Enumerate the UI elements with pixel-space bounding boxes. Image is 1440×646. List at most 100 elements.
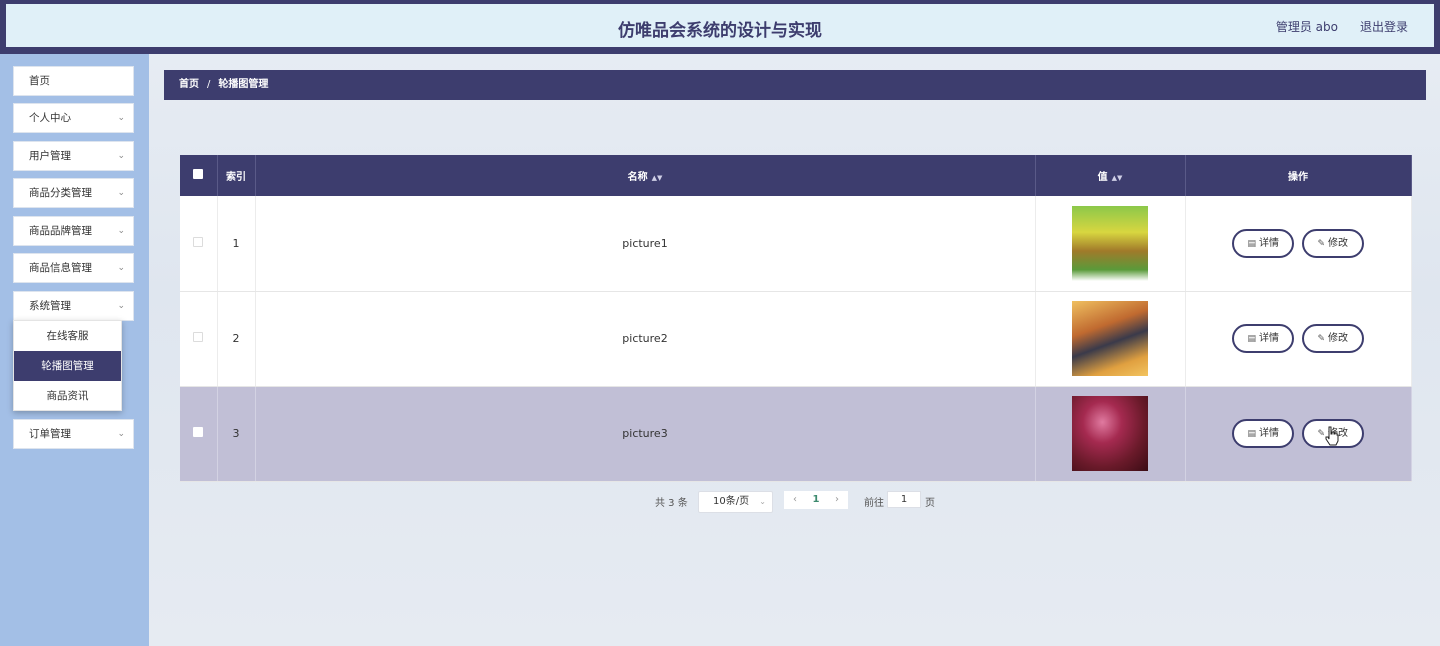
header-bar: 仿唯品会系统的设计与实现 管理员 abo 退出登录: [6, 4, 1434, 47]
logout-link[interactable]: 退出登录: [1360, 18, 1408, 35]
sidebar-item-label: 首页: [29, 75, 50, 87]
chevron-down-icon: ⌄: [117, 301, 125, 311]
sidebar-item-label: 用户管理: [29, 150, 71, 162]
detail-button[interactable]: ▤ 详情: [1232, 419, 1295, 448]
table-row: 1 picture1 ▤ 详情 ✎ 修改: [180, 196, 1412, 292]
sidebar-item-user-management[interactable]: 用户管理 ⌄: [13, 141, 134, 171]
row-value-cell: [1035, 386, 1186, 482]
row-actions: ▤ 详情 ✎ 修改: [1185, 386, 1412, 482]
sidebar-item-label: 系统管理: [29, 300, 71, 312]
edit-button-label: 修改: [1328, 237, 1349, 249]
sidebar-item-label: 个人中心: [29, 112, 71, 124]
table-row: 2 picture2 ▤ 详情 ✎ 修改: [180, 291, 1412, 387]
document-icon: ▤: [1247, 238, 1256, 249]
top-header: 仿唯品会系统的设计与实现 管理员 abo 退出登录: [0, 0, 1440, 54]
sidebar-item-product-management[interactable]: 商品信息管理 ⌄: [13, 253, 134, 283]
detail-button-label: 详情: [1259, 428, 1279, 439]
chevron-down-icon: ⌄: [117, 429, 125, 439]
row-value-cell: [1035, 196, 1186, 292]
sort-icon[interactable]: ▲▼: [1112, 174, 1123, 182]
table-row: 3 picture3 ▤ 详情 ✎ 修改: [180, 386, 1412, 482]
edit-button[interactable]: ✎ 修改: [1301, 228, 1364, 258]
edit-button[interactable]: ✎ 修改: [1301, 324, 1364, 353]
breadcrumb-home[interactable]: 首页: [179, 79, 199, 90]
carousel-thumbnail-image: [1072, 396, 1148, 471]
submenu-item-online-service[interactable]: 在线客服: [14, 321, 121, 351]
select-all-cell: [180, 155, 218, 196]
column-header-value[interactable]: 值 ▲▼: [1035, 155, 1186, 196]
row-index: 2: [217, 291, 256, 387]
sidebar-item-label: 商品分类管理: [29, 187, 92, 199]
detail-button[interactable]: ▤ 详情: [1232, 324, 1295, 353]
sort-icon[interactable]: ▲▼: [652, 174, 663, 182]
page-number-current[interactable]: 1: [806, 491, 826, 509]
page-size-value: 10条/页: [713, 496, 750, 507]
breadcrumb-separator: /: [207, 79, 211, 90]
sidebar-item-system-management[interactable]: 系统管理 ⌄: [13, 291, 134, 321]
sidebar-item-label: 商品品牌管理: [29, 225, 92, 237]
column-header-name-label: 名称: [627, 172, 648, 183]
detail-button-label: 详情: [1259, 237, 1279, 249]
select-all-checkbox[interactable]: [193, 169, 204, 179]
goto-page-input[interactable]: 1: [887, 491, 921, 508]
sidebar-item-brand-management[interactable]: 商品品牌管理 ⌄: [13, 216, 134, 246]
pencil-icon: ✎: [1317, 429, 1326, 439]
sidebar-item-home[interactable]: 首页: [13, 66, 134, 96]
pencil-icon: ✎: [1317, 238, 1326, 249]
sidebar-item-personal-center[interactable]: 个人中心 ⌄: [13, 103, 134, 133]
submenu-item-carousel-management[interactable]: 轮播图管理: [14, 351, 121, 381]
breadcrumb-current: 轮播图管理: [218, 79, 269, 90]
carousel-table: 索引 名称 ▲▼ 值 ▲▼ 操作 1 picture1 ▤ 详情 ✎ 修改 2 pict…: [180, 155, 1412, 482]
row-checkbox[interactable]: [193, 427, 204, 437]
app-title: 仿唯品会系统的设计与实现: [618, 21, 822, 41]
pencil-icon: ✎: [1317, 334, 1326, 344]
row-value-cell: [1035, 291, 1186, 387]
carousel-thumbnail-image: [1072, 301, 1148, 376]
chevron-down-icon: ⌄: [117, 226, 125, 236]
row-name: picture3: [255, 386, 1036, 482]
prev-page-button[interactable]: ‹: [784, 491, 806, 509]
sidebar-item-label: 订单管理: [29, 428, 71, 440]
detail-button[interactable]: ▤ 详情: [1232, 228, 1295, 258]
chevron-down-icon: ⌄: [117, 188, 125, 198]
sidebar-item-order-management[interactable]: 订单管理 ⌄: [13, 419, 134, 449]
submenu-item-product-news[interactable]: 商品资讯: [14, 381, 121, 411]
document-icon: ▤: [1247, 429, 1256, 439]
row-select-cell: [180, 386, 218, 482]
row-checkbox[interactable]: [193, 332, 204, 342]
row-actions: ▤ 详情 ✎ 修改: [1185, 196, 1412, 292]
column-header-name[interactable]: 名称 ▲▼: [255, 155, 1036, 196]
carousel-thumbnail-image: [1072, 205, 1148, 281]
pagination: 共 3 条 10条/页 ⌄ ‹ 1 › 前往 1 页: [0, 491, 1440, 513]
chevron-down-icon: ⌄: [117, 263, 125, 273]
current-user-label: 管理员 abo: [1275, 20, 1338, 34]
row-select-cell: [180, 196, 218, 292]
edit-button-label: 修改: [1328, 333, 1349, 344]
sidebar-item-label: 商品信息管理: [29, 262, 92, 274]
column-header-actions: 操作: [1185, 155, 1412, 196]
table-header-row: 索引 名称 ▲▼ 值 ▲▼ 操作: [180, 155, 1412, 196]
page-unit-label: 页: [925, 498, 935, 509]
row-index: 1: [217, 196, 256, 292]
row-actions: ▤ 详情 ✎ 修改: [1185, 291, 1412, 387]
chevron-down-icon: ⌄: [759, 497, 766, 506]
document-icon: ▤: [1247, 334, 1256, 344]
breadcrumb: 首页 / 轮播图管理: [164, 70, 1426, 100]
sidebar-item-category-management[interactable]: 商品分类管理 ⌄: [13, 178, 134, 208]
system-submenu: 在线客服 轮播图管理 商品资讯: [13, 320, 122, 411]
hand-cursor-icon: [1325, 426, 1339, 446]
pagination-total: 共 3 条: [655, 498, 688, 509]
row-checkbox[interactable]: [193, 236, 204, 247]
row-name: picture2: [255, 291, 1036, 387]
row-name: picture1: [255, 196, 1036, 292]
chevron-down-icon: ⌄: [117, 113, 125, 123]
page-size-select[interactable]: 10条/页 ⌄: [698, 491, 773, 513]
column-header-value-label: 值: [1097, 172, 1108, 183]
goto-label: 前往: [864, 498, 884, 509]
row-index: 3: [217, 386, 256, 482]
next-page-button[interactable]: ›: [826, 491, 848, 509]
row-select-cell: [180, 291, 218, 387]
chevron-down-icon: ⌄: [117, 151, 125, 161]
column-header-index: 索引: [217, 155, 256, 196]
detail-button-label: 详情: [1259, 333, 1279, 344]
